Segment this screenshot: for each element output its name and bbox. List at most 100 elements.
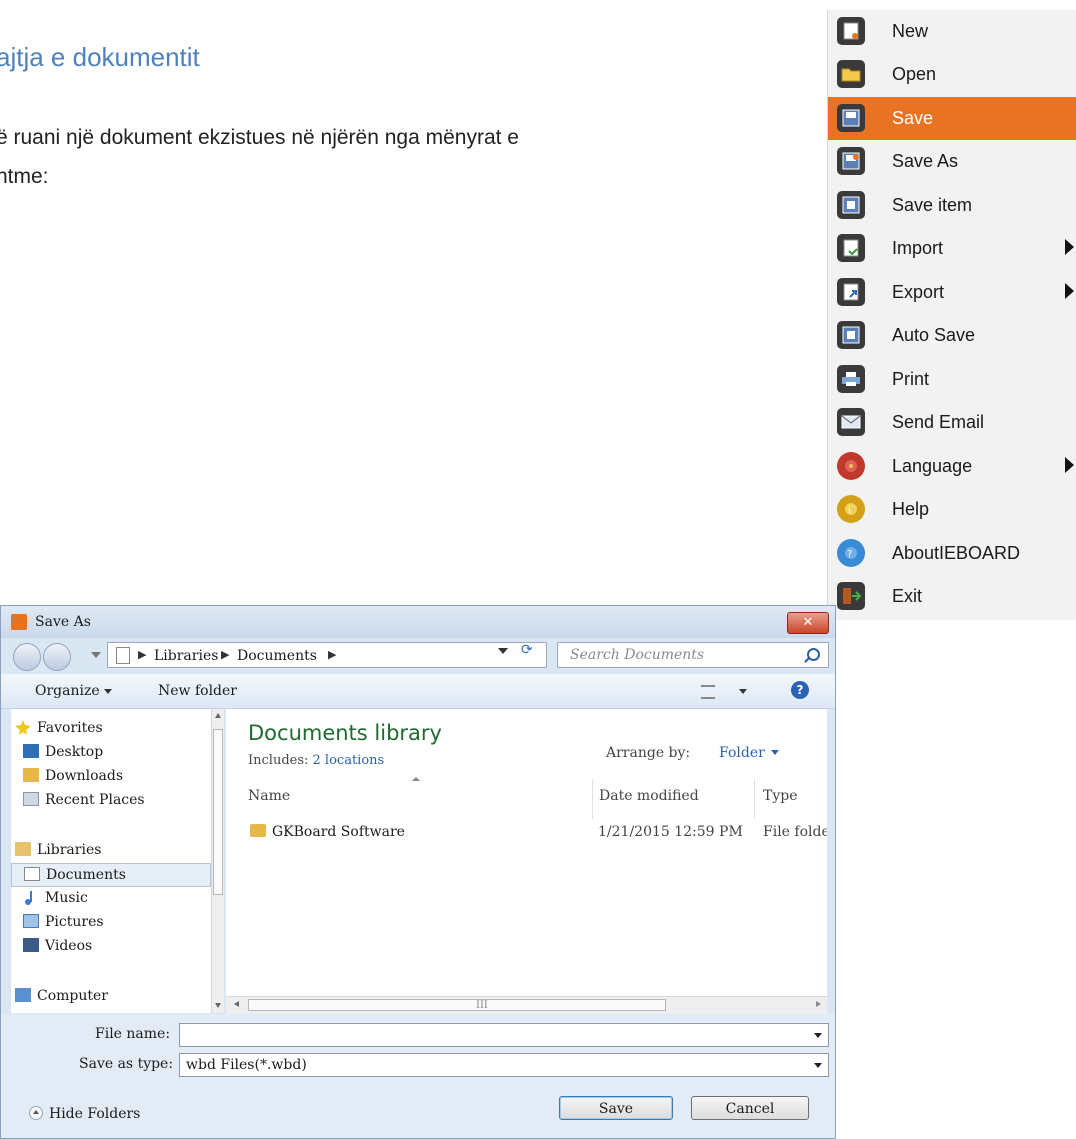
scroll-thumb[interactable]: III — [248, 999, 666, 1011]
file-name-field[interactable] — [179, 1023, 829, 1047]
save-type-select[interactable]: wbd Files(*.wbd) — [179, 1053, 829, 1077]
locations-link[interactable]: 2 locations — [313, 753, 385, 768]
nav-downloads[interactable]: Downloads — [11, 765, 211, 789]
nav-music[interactable]: Music — [11, 887, 211, 911]
nav-libraries[interactable]: Libraries — [11, 839, 211, 863]
search-icon[interactable] — [807, 648, 820, 661]
computer-icon — [15, 988, 31, 1002]
menu-item-help[interactable]: i Help — [828, 488, 1076, 531]
desktop-icon — [23, 744, 39, 758]
nav-videos[interactable]: Videos — [11, 935, 211, 959]
dialog-title: Save As — [35, 614, 91, 630]
list-item[interactable]: GKBoard Software 1/21/2015 12:59 PM File… — [248, 821, 827, 845]
menu-item-send-email[interactable]: Send Email — [828, 401, 1076, 444]
cancel-button[interactable]: Cancel — [691, 1096, 809, 1120]
import-icon — [837, 234, 865, 262]
menu-item-label: Open — [892, 64, 937, 84]
column-header-type[interactable]: Type — [763, 788, 798, 804]
scroll-down-icon[interactable] — [215, 1003, 221, 1008]
save-options-panel: File name: Save as type: wbd Files(*.wbd… — [1, 1014, 835, 1138]
breadcrumb-libraries[interactable]: Libraries — [154, 648, 218, 664]
about-icon: ? — [837, 539, 865, 567]
nav-favorites[interactable]: Favorites — [11, 717, 211, 741]
menu-item-new[interactable]: New — [828, 10, 1076, 53]
nav-desktop[interactable]: Desktop — [11, 741, 211, 765]
document-paragraph: ë ruani një dokument ekzistues në njërën… — [0, 126, 519, 188]
menu-item-label: Export — [892, 282, 945, 302]
document-heading: ajtja e dokumentit — [0, 42, 200, 72]
chevron-down-icon[interactable] — [739, 689, 747, 694]
menu-item-export[interactable]: Export — [828, 271, 1076, 314]
breadcrumb-documents[interactable]: Documents — [237, 648, 317, 664]
organize-button[interactable]: Organize — [35, 683, 100, 699]
address-dropdown[interactable] — [498, 648, 508, 654]
nav-scrollbar[interactable] — [211, 709, 224, 1013]
hide-folders-label: Hide Folders — [49, 1106, 141, 1122]
chevron-down-icon[interactable] — [814, 1033, 822, 1038]
nav-label: Videos — [45, 938, 93, 954]
new-folder-button[interactable]: New folder — [158, 683, 237, 699]
nav-label: Computer — [37, 988, 108, 1004]
address-row: ▶ Libraries ▶ Documents ▶ ⟳ Search Docum… — [1, 638, 835, 674]
close-button[interactable]: ✕ — [787, 612, 829, 634]
horizontal-scrollbar[interactable]: III — [226, 996, 827, 1014]
document-icon — [116, 647, 130, 664]
views-icon[interactable] — [701, 685, 715, 699]
nav-label: Pictures — [45, 914, 104, 930]
downloads-icon — [23, 768, 39, 782]
export-icon — [837, 278, 865, 306]
menu-item-open[interactable]: Open — [828, 53, 1076, 96]
arrange-by-label: Arrange by: — [606, 745, 691, 761]
nav-label: Documents — [46, 867, 126, 883]
menu-item-save[interactable]: Save — [828, 97, 1076, 140]
save-button[interactable]: Save — [559, 1096, 673, 1120]
menu-item-import[interactable]: Import — [828, 227, 1076, 270]
app-icon — [11, 614, 27, 630]
menu-item-save-item[interactable]: Save item — [828, 184, 1076, 227]
library-includes: Includes: 2 locations — [248, 753, 384, 768]
menu-item-exit[interactable]: Exit — [828, 575, 1076, 618]
column-header-name[interactable]: Name — [248, 788, 290, 804]
nav-recent-places[interactable]: Recent Places — [11, 789, 211, 813]
menu-item-label: Print — [892, 369, 930, 389]
search-input[interactable]: Search Documents — [557, 642, 829, 668]
music-icon — [23, 890, 39, 905]
menu-item-print[interactable]: Print — [828, 358, 1076, 401]
scroll-right-icon[interactable] — [816, 1001, 821, 1007]
scroll-up-icon[interactable] — [215, 713, 221, 718]
save-as-dialog: Save As ✕ ▶ Libraries ▶ Documents ▶ ⟳ Se… — [0, 605, 836, 1139]
nav-documents[interactable]: Documents — [11, 863, 211, 887]
chevron-down-icon — [771, 750, 779, 755]
menu-item-save-as[interactable]: Save As — [828, 140, 1076, 183]
menu-item-label: Save item — [892, 195, 973, 215]
help-button[interactable]: ? — [791, 681, 809, 699]
menu-item-auto-save[interactable]: Auto Save — [828, 314, 1076, 357]
includes-label: Includes: — [248, 753, 309, 768]
scroll-left-icon[interactable] — [234, 1001, 239, 1007]
chevron-down-icon[interactable] — [814, 1063, 822, 1068]
svg-text:?: ? — [847, 549, 852, 560]
menu-item-language[interactable]: Language — [828, 445, 1076, 488]
language-icon — [837, 452, 865, 480]
nav-label: Downloads — [45, 768, 124, 784]
menu-item-label: Exit — [892, 586, 923, 606]
nav-pictures[interactable]: Pictures — [11, 911, 211, 935]
menu-item-about[interactable]: ? AboutIEBOARD — [828, 532, 1076, 575]
nav-label: Recent Places — [45, 792, 145, 808]
address-bar[interactable]: ▶ Libraries ▶ Documents ▶ — [107, 642, 547, 668]
forward-button[interactable] — [43, 643, 71, 671]
column-divider[interactable] — [592, 779, 593, 819]
recent-locations-dropdown[interactable] — [91, 652, 101, 658]
menu-item-label: Save — [892, 108, 934, 128]
column-divider[interactable] — [754, 779, 755, 819]
column-header-date[interactable]: Date modified — [599, 788, 699, 804]
nav-label: Libraries — [37, 842, 102, 858]
scroll-thumb[interactable] — [213, 729, 223, 895]
arrange-by-dropdown[interactable]: Folder — [719, 745, 765, 761]
search-placeholder: Search Documents — [570, 647, 705, 663]
nav-computer[interactable]: Computer — [11, 985, 211, 1009]
navigation-pane: Favorites Desktop Downloads Recent Place… — [11, 709, 224, 1013]
pictures-icon — [23, 914, 39, 928]
refresh-icon[interactable]: ⟳ — [521, 642, 533, 658]
back-button[interactable] — [13, 643, 41, 671]
